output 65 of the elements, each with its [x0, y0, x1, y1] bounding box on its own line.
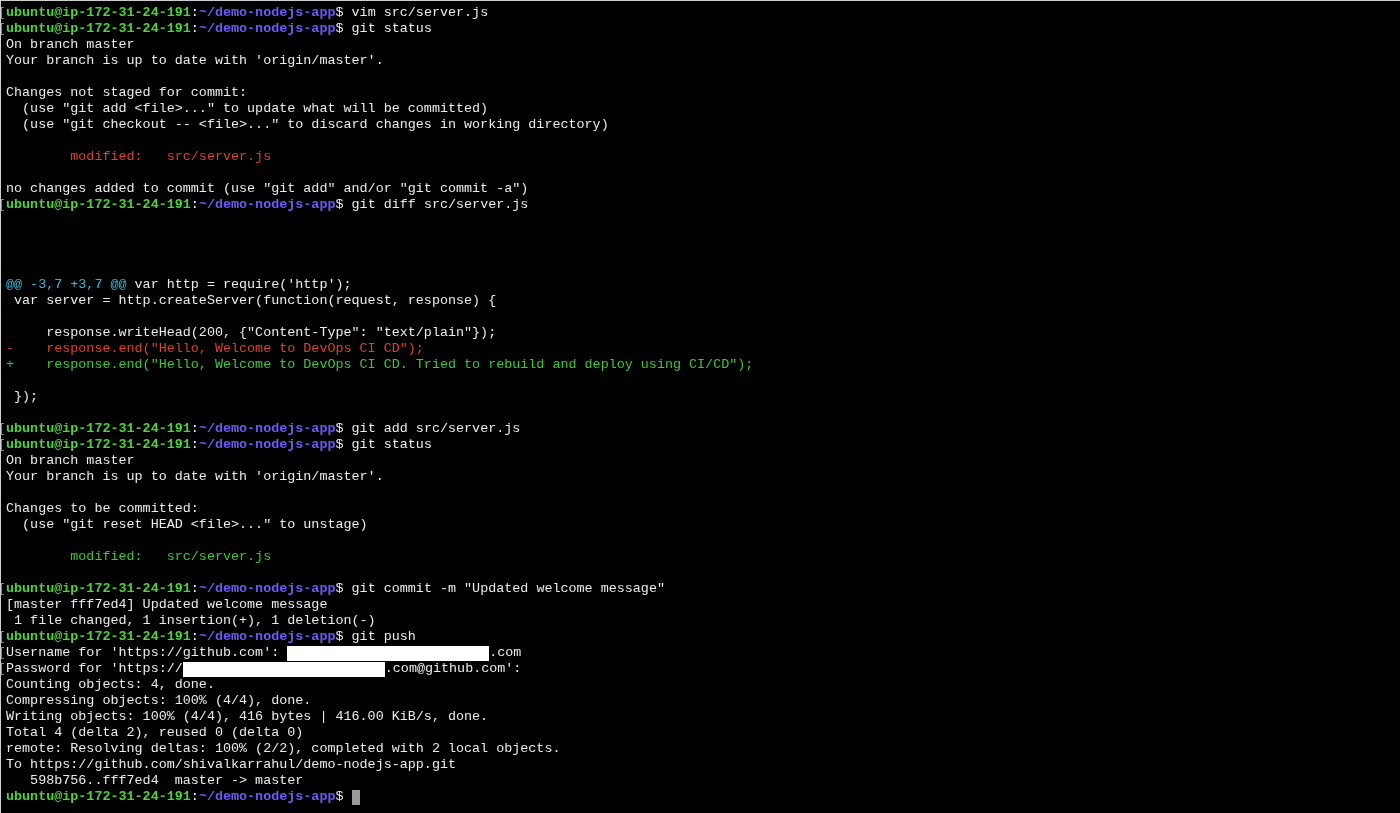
prompt-path: ~/demo-nodejs-app: [198, 197, 336, 213]
prompt-user-host: ubuntu@ip-172-31-24-191: [6, 5, 191, 21]
terminal-text: .com@github.com':: [384, 661, 522, 677]
terminal-text: :: [190, 581, 199, 597]
terminal-text: :: [190, 789, 199, 805]
terminal-text: Compressing objects: 100% (4/4), done.: [6, 693, 312, 709]
terminal-text: :: [190, 21, 199, 37]
terminal-text: Your branch is up to date with 'origin/master'.: [6, 469, 384, 485]
added-line: + response.end("Hello, Welcome to DevOps CI CD. Tried to rebuild and deploy using CI/CD");: [6, 357, 754, 373]
terminal-text: $ git status: [335, 437, 432, 453]
terminal-text: :: [190, 437, 199, 453]
terminal-text: $ git commit -m "Updated welcome message": [335, 581, 665, 597]
terminal-text: var http = require('http');: [133, 277, 352, 293]
terminal-text: response.writeHead(200, {"Content-Type": "text/plain"});: [45, 325, 497, 341]
prompt-user-host: ubuntu@ip-172-31-24-191: [6, 581, 191, 597]
prompt-user-host: ubuntu@ip-172-31-24-191: [6, 437, 191, 453]
prompt-path: ~/demo-nodejs-app: [198, 5, 336, 21]
prompt-user-host: ubuntu@ip-172-31-24-191: [6, 421, 191, 437]
prompt-user-host: ubuntu@ip-172-31-24-191: [6, 21, 191, 37]
terminal-text: remote: Resolving deltas: 100% (2/2), completed with 2 local objects.: [6, 741, 561, 757]
prompt-path: ~/demo-nodejs-app: [198, 789, 336, 805]
terminal-text: To https://github.com/shivalkarrahul/demo-nodejs-app.git: [6, 757, 456, 773]
terminal-text: $ vim src/server.js: [335, 5, 489, 21]
prompt-path: ~/demo-nodejs-app: [198, 21, 336, 37]
terminal-text: $ git diff src/server.js: [335, 197, 529, 213]
terminal-text: (use "git reset HEAD <file>..." to unstage): [21, 517, 368, 533]
terminal-text: Username for 'https://github.com':: [6, 645, 281, 661]
prompt-user-host: ubuntu@ip-172-31-24-191: [6, 789, 191, 805]
removed-line: - response.end("Hello, Welcome to DevOps CI CD");: [6, 341, 424, 357]
terminal-text: $ git push: [335, 629, 416, 645]
terminal-text: });: [13, 389, 39, 405]
terminal-text: :: [190, 421, 199, 437]
terminal-text: Changes to be committed:: [6, 501, 199, 517]
terminal-text: (use "git checkout -- <file>..." to discard changes in working directory): [21, 117, 609, 133]
terminal-text: (use "git add <file>..." to update what will be committed): [21, 101, 489, 117]
added-line: modified: src/server.js: [69, 549, 272, 565]
hunk-header: @@ -3,7 +3,7 @@: [6, 277, 127, 293]
terminal-text: Total 4 (delta 2), reused 0 (delta 0): [6, 725, 304, 741]
terminal-text: .com: [489, 645, 522, 661]
terminal-text: On branch master: [6, 453, 135, 469]
terminal-text: 1 file changed, 1 insertion(+), 1 deletion(-): [13, 613, 376, 629]
terminal-text: :: [190, 197, 199, 213]
prompt-path: ~/demo-nodejs-app: [198, 421, 336, 437]
prompt-user-host: ubuntu@ip-172-31-24-191: [6, 197, 191, 213]
prompt-path: ~/demo-nodejs-app: [198, 629, 336, 645]
terminal-text: $ git status: [335, 21, 432, 37]
terminal-text: On branch master: [6, 37, 135, 53]
terminal-text: :: [190, 5, 199, 21]
terminal-text: Password for 'https://: [6, 661, 183, 677]
terminal-text: Writing objects: 100% (4/4), 416 bytes | 416.00 KiB/s, done.: [6, 709, 489, 725]
prompt-user-host: ubuntu@ip-172-31-24-191: [6, 629, 191, 645]
removed-line: modified: src/server.js: [69, 149, 272, 165]
terminal-text: :: [190, 629, 199, 645]
terminal-text: $ git add src/server.js: [335, 421, 521, 437]
terminal-text: Counting objects: 4, done.: [6, 677, 215, 693]
terminal-text: [master fff7ed4] Updated welcome message: [6, 597, 328, 613]
terminal-text: Changes not staged for commit:: [6, 85, 248, 101]
prompt-path: ~/demo-nodejs-app: [198, 581, 336, 597]
terminal-text: 598b756..fff7ed4 master -> master: [29, 773, 304, 789]
terminal-text: no changes added to commit (use "git add" and/or "git commit -a"): [6, 181, 529, 197]
prompt-path: ~/demo-nodejs-app: [198, 437, 336, 453]
terminal-text: var server = http.createServer(function(request, response) {: [13, 293, 497, 309]
terminal-text: $: [335, 789, 345, 805]
terminal-text: Your branch is up to date with 'origin/master'.: [6, 53, 384, 69]
cursor-block: [351, 789, 360, 805]
